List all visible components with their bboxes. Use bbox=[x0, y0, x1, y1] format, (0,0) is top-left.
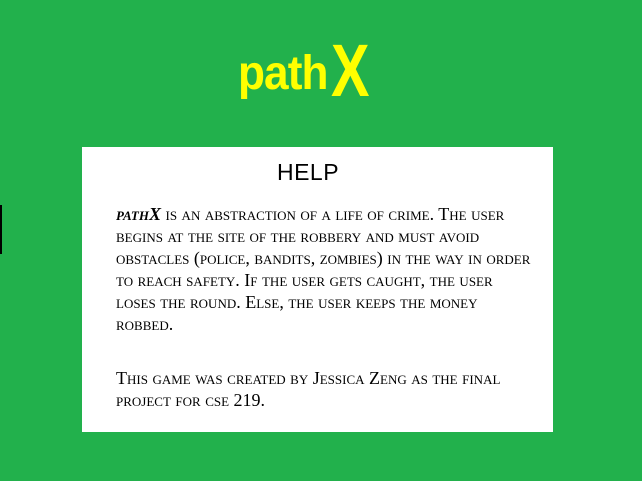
game-name-inline: pathX bbox=[116, 204, 161, 224]
logo-x-text: X bbox=[331, 29, 370, 112]
game-logo: path X bbox=[238, 30, 381, 108]
help-description: pathX is an abstraction of a life of cri… bbox=[116, 203, 536, 335]
help-credits: This game was created by Jessica Zeng as… bbox=[116, 368, 501, 410]
help-panel: HELP pathX is an abstraction of a life o… bbox=[82, 147, 553, 432]
logo-path-text: path bbox=[238, 47, 328, 100]
help-description-text: is an abstraction of a life of crime. Th… bbox=[116, 204, 531, 334]
side-marker bbox=[0, 205, 2, 254]
help-title: HELP bbox=[276, 159, 340, 185]
